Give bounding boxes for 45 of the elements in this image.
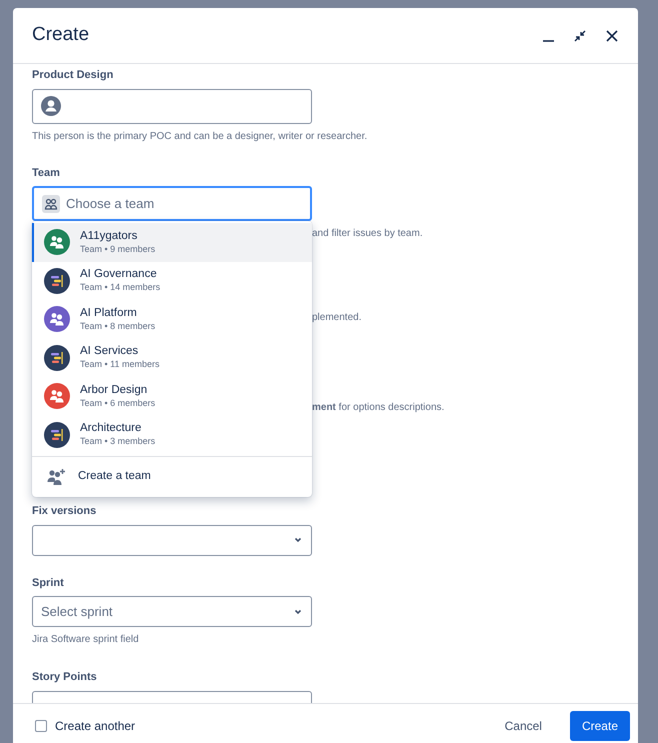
team-option[interactable]: AI Governance Team • 14 members <box>32 262 312 300</box>
field-label: Team <box>32 166 61 180</box>
team-name: A11ygators <box>80 230 138 244</box>
help-text: plemented. <box>312 311 362 325</box>
field-label: Product Design <box>32 68 114 83</box>
add-people-icon <box>46 468 66 486</box>
fix-versions-select[interactable] <box>32 524 312 556</box>
sprint-select[interactable]: Select sprint <box>32 596 312 627</box>
team-picker-field[interactable]: Choose a team <box>32 186 312 221</box>
collapse-arrows-icon <box>573 28 587 42</box>
team-name: Architecture <box>80 422 142 436</box>
team-option[interactable]: A11ygators Team • 9 members <box>32 223 312 262</box>
help-text: ment for options descriptions. <box>312 401 444 415</box>
cancel-button[interactable]: Cancel <box>492 711 554 741</box>
close-icon <box>605 28 619 42</box>
checkbox-label: Create another <box>55 718 136 735</box>
team-option[interactable]: Arbor Design Team • 6 members <box>32 377 312 416</box>
field-label: Story Points <box>32 670 98 685</box>
help-text: Jira Software sprint field <box>32 633 140 647</box>
help-text: This person is the primary POC and can be a designer, writer or researcher. <box>32 130 368 144</box>
team-name: AI Platform <box>80 306 138 321</box>
team-meta: Team • 11 members <box>80 359 160 370</box>
team-option[interactable]: AI Services Team • 11 members <box>32 338 312 377</box>
user-picker-field[interactable] <box>32 88 312 124</box>
checkbox[interactable] <box>35 720 47 732</box>
field-label: Fix versions <box>32 504 98 519</box>
user-avatar-icon <box>41 96 61 116</box>
field-label: Sprint <box>32 576 65 590</box>
minimize-icon <box>542 40 554 42</box>
team-meta: Team • 8 members <box>80 320 156 332</box>
team-meta: Team • 3 members <box>80 436 156 448</box>
team-option[interactable]: AI Platform Team • 8 members <box>32 300 312 338</box>
team-meta: Team • 9 members <box>80 244 156 255</box>
create-team-option[interactable]: Create a team <box>32 459 312 495</box>
team-name: Arbor Design <box>80 384 148 398</box>
create-button[interactable]: Create <box>570 711 630 741</box>
team-name: AI Services <box>80 345 140 360</box>
dialog-title: Create <box>32 24 90 47</box>
team-option[interactable]: Architecture Team • 3 members <box>32 416 312 454</box>
team-icon <box>42 194 60 212</box>
help-text: and filter issues by team. <box>312 227 423 241</box>
team-name: AI Governance <box>80 268 158 282</box>
team-meta: Team • 14 members <box>80 282 160 294</box>
team-meta: Team • 6 members <box>80 398 156 409</box>
chevron-down-icon <box>293 535 303 545</box>
